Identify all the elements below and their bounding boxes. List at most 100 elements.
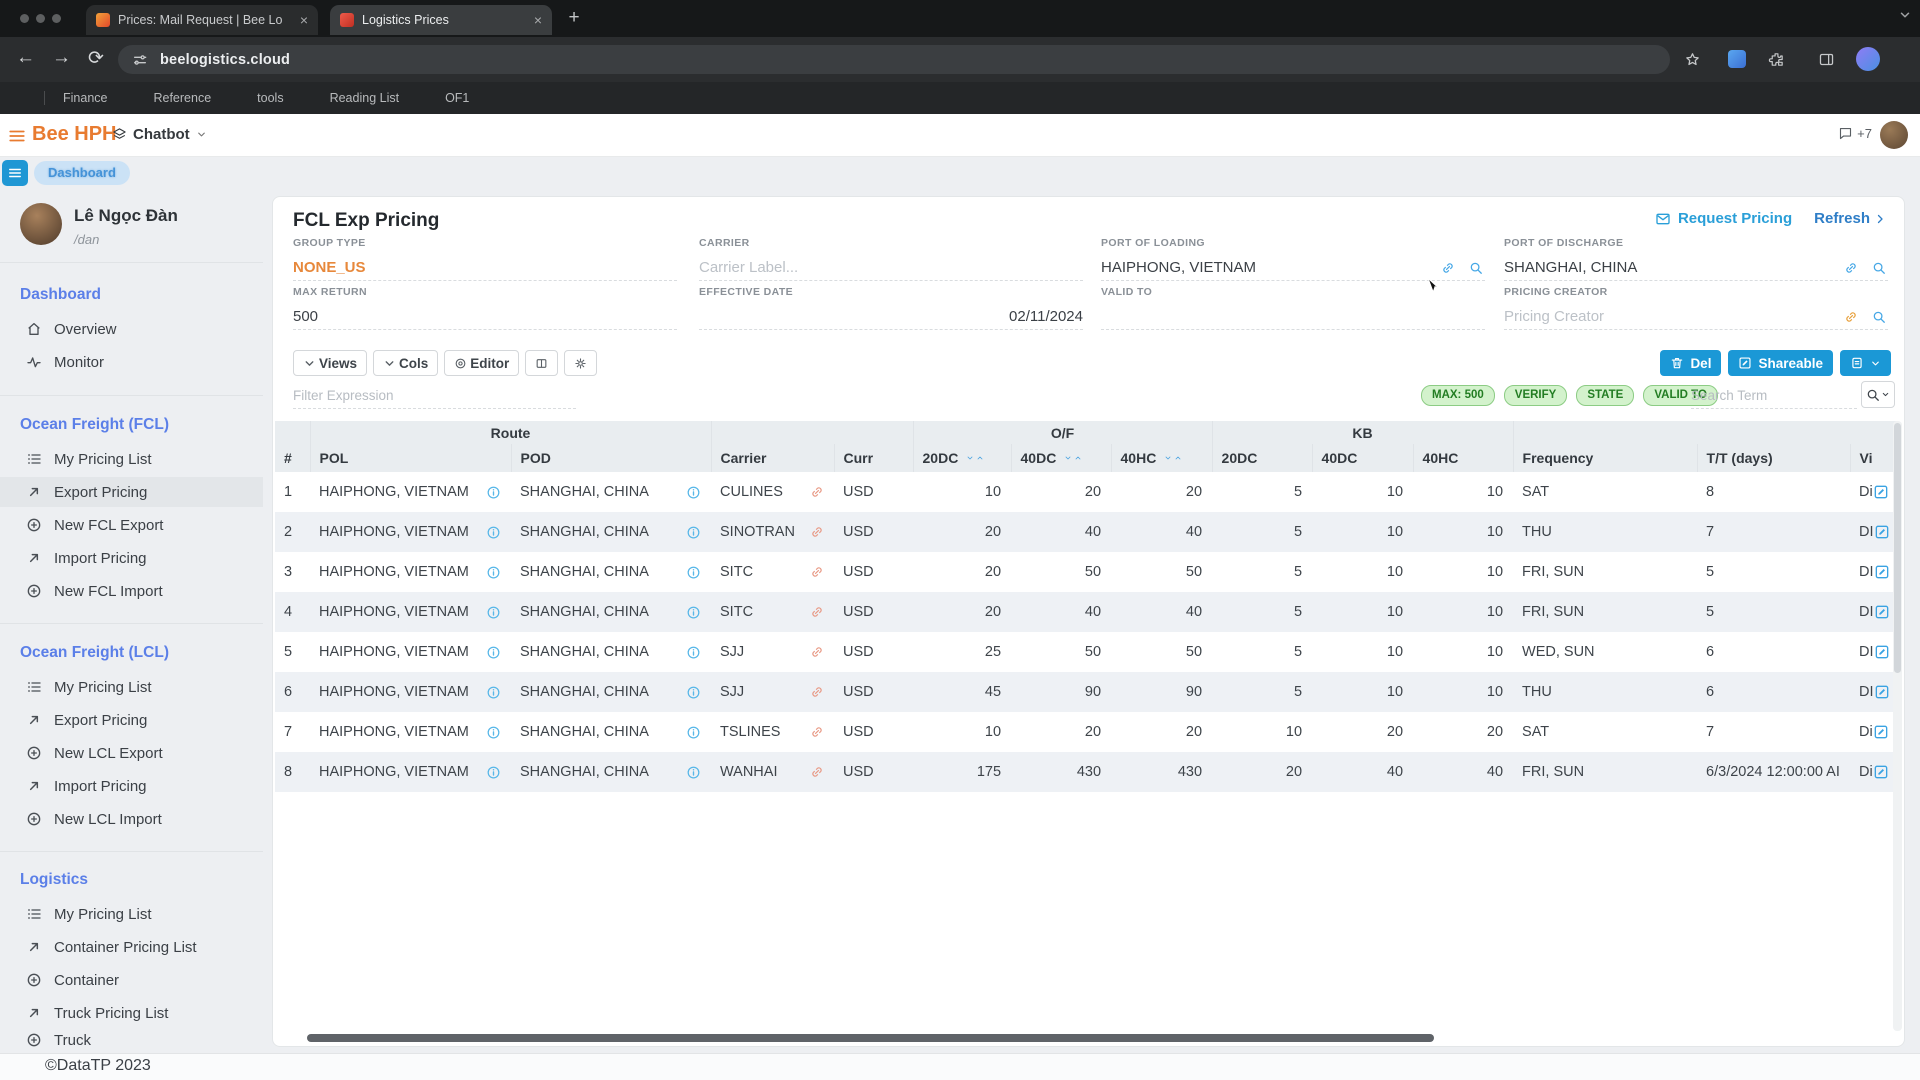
sidebar-item-my-pricing-list[interactable]: My Pricing List <box>0 444 263 474</box>
info-icon[interactable] <box>486 565 501 580</box>
info-icon[interactable] <box>686 485 701 500</box>
column-header-of_40dc[interactable]: 40DC <box>1011 444 1111 472</box>
search-icon[interactable] <box>1872 310 1886 324</box>
tool-button[interactable] <box>564 350 597 376</box>
info-icon[interactable] <box>686 605 701 620</box>
sort-icons[interactable] <box>1164 454 1182 462</box>
back-button[interactable]: ← <box>16 47 35 69</box>
tool-button[interactable] <box>525 350 558 376</box>
shareable-button[interactable]: Shareable <box>1728 350 1833 376</box>
field-value[interactable]: 02/11/2024 <box>699 304 1083 330</box>
user-avatar[interactable] <box>1880 121 1908 149</box>
sidebar-item-new-fcl-export[interactable]: New FCL Export <box>0 510 263 540</box>
bookmark-item[interactable]: Finance <box>63 91 107 105</box>
editor-button[interactable]: Editor <box>444 350 519 376</box>
search-icon[interactable] <box>1469 261 1483 275</box>
table-row[interactable]: 4HAIPHONG, VIETNAMSHANGHAI, CHINASITCUSD… <box>275 592 1897 632</box>
info-icon[interactable] <box>486 485 501 500</box>
field-value[interactable]: Carrier Label... <box>699 255 1083 281</box>
horizontal-scrollbar-thumb[interactable] <box>307 1034 1434 1042</box>
chatbot-menu[interactable]: Chatbot <box>112 126 207 143</box>
link-icon[interactable] <box>810 685 824 699</box>
column-header-pod[interactable]: POD <box>511 444 711 472</box>
sidebar-item-monitor[interactable]: Monitor <box>0 347 263 377</box>
field-value[interactable]: SHANGHAI, CHINA <box>1504 255 1888 281</box>
table-row[interactable]: 7HAIPHONG, VIETNAMSHANGHAI, CHINATSLINES… <box>275 712 1897 752</box>
column-header-kb_40dc[interactable]: 40DC <box>1312 444 1413 472</box>
link-icon[interactable] <box>810 725 824 739</box>
search-button[interactable] <box>1861 381 1895 408</box>
vertical-scrollbar-thumb[interactable] <box>1894 423 1901 673</box>
extensions-puzzle-icon[interactable] <box>1768 51 1785 68</box>
tab-close-icon[interactable]: × <box>300 13 308 27</box>
column-header-carrier[interactable]: Carrier <box>711 444 834 472</box>
table-row[interactable]: 2HAIPHONG, VIETNAMSHANGHAI, CHINASINOTRA… <box>275 512 1897 552</box>
column-header-frequency[interactable]: Frequency <box>1513 444 1697 472</box>
info-icon[interactable] <box>686 685 701 700</box>
refresh-button[interactable]: Refresh <box>1814 210 1886 227</box>
edit-icon[interactable] <box>1873 764 1889 780</box>
filter-badge[interactable]: STATE <box>1576 385 1634 406</box>
link-icon[interactable] <box>810 645 824 659</box>
window-close-dot[interactable] <box>20 14 29 23</box>
sidebar-item-new-lcl-export[interactable]: New LCL Export <box>0 738 263 768</box>
info-icon[interactable] <box>686 525 701 540</box>
sidebar-item-new-lcl-import[interactable]: New LCL Import <box>0 804 263 834</box>
sidebar-user-avatar[interactable] <box>20 203 62 245</box>
column-header-tt_days[interactable]: T/T (days) <box>1697 444 1850 472</box>
sidebar-item-import-pricing[interactable]: Import Pricing <box>0 771 263 801</box>
link-icon[interactable] <box>1844 310 1858 324</box>
app-brand[interactable]: Bee HPH <box>32 123 116 146</box>
side-panel-icon[interactable] <box>1818 51 1835 68</box>
edit-icon[interactable] <box>1874 564 1890 580</box>
reload-button[interactable]: ⟳ <box>88 47 104 70</box>
column-header-of_20dc[interactable]: 20DC <box>913 444 1011 472</box>
edit-icon[interactable] <box>1874 604 1890 620</box>
info-icon[interactable] <box>686 645 701 660</box>
sidebar-item-export-pricing[interactable]: Export Pricing <box>0 705 263 735</box>
link-icon[interactable] <box>810 525 824 539</box>
link-icon[interactable] <box>1441 261 1455 275</box>
filter-expression-input[interactable]: Filter Expression <box>293 383 576 409</box>
field-value[interactable]: Pricing Creator <box>1504 304 1888 330</box>
sidebar-item-my-pricing-list[interactable]: My Pricing List <box>0 672 263 702</box>
filter-badge[interactable]: VERIFY <box>1504 385 1568 406</box>
column-header-vi[interactable]: Vi <box>1850 444 1897 472</box>
window-minimize-dot[interactable] <box>36 14 45 23</box>
info-icon[interactable] <box>486 605 501 620</box>
app-menu-icon[interactable] <box>8 127 26 145</box>
edit-icon[interactable] <box>1874 524 1890 540</box>
field-value[interactable] <box>1101 304 1485 330</box>
column-header-kb_40hc[interactable]: 40HC <box>1413 444 1513 472</box>
link-icon[interactable] <box>810 565 824 579</box>
edit-icon[interactable] <box>1873 484 1889 500</box>
info-icon[interactable] <box>686 725 701 740</box>
more-button[interactable] <box>1840 350 1891 376</box>
extension-icon[interactable] <box>1728 50 1746 68</box>
sidebar-item-truck[interactable]: Truck <box>0 1031 263 1049</box>
browser-profile-avatar[interactable] <box>1856 47 1880 71</box>
sidebar-item-truck-pricing-list[interactable]: Truck Pricing List <box>0 998 263 1028</box>
info-icon[interactable] <box>686 565 701 580</box>
sidebar-item-container-pricing-list[interactable]: Container Pricing List <box>0 932 263 962</box>
sidebar-item-export-pricing[interactable]: Export Pricing <box>0 477 263 507</box>
bookmark-star-icon[interactable] <box>1684 51 1701 68</box>
sidebar-toggle-button[interactable] <box>2 160 28 186</box>
bookmark-item[interactable]: Reference <box>153 91 211 105</box>
edit-icon[interactable] <box>1874 684 1890 700</box>
table-row[interactable]: 3HAIPHONG, VIETNAMSHANGHAI, CHINASITCUSD… <box>275 552 1897 592</box>
request-pricing-button[interactable]: Request Pricing <box>1655 210 1792 227</box>
sort-icons[interactable] <box>966 454 984 462</box>
sort-icons[interactable] <box>1064 454 1082 462</box>
new-tab-button[interactable]: + <box>560 5 588 33</box>
bookmark-item[interactable]: tools <box>257 91 283 105</box>
sidebar-item-container[interactable]: Container <box>0 965 263 995</box>
info-icon[interactable] <box>486 765 501 780</box>
bookmark-item[interactable]: Reading List <box>330 91 400 105</box>
tab-search-chevron-icon[interactable] <box>1898 8 1912 22</box>
sidebar-item-new-fcl-import[interactable]: New FCL Import <box>0 576 263 606</box>
field-value[interactable]: NONE_US <box>293 255 677 281</box>
bookmark-item[interactable]: OF1 <box>445 91 469 105</box>
del-button[interactable]: Del <box>1660 350 1721 376</box>
column-header-of_40hc[interactable]: 40HC <box>1111 444 1212 472</box>
